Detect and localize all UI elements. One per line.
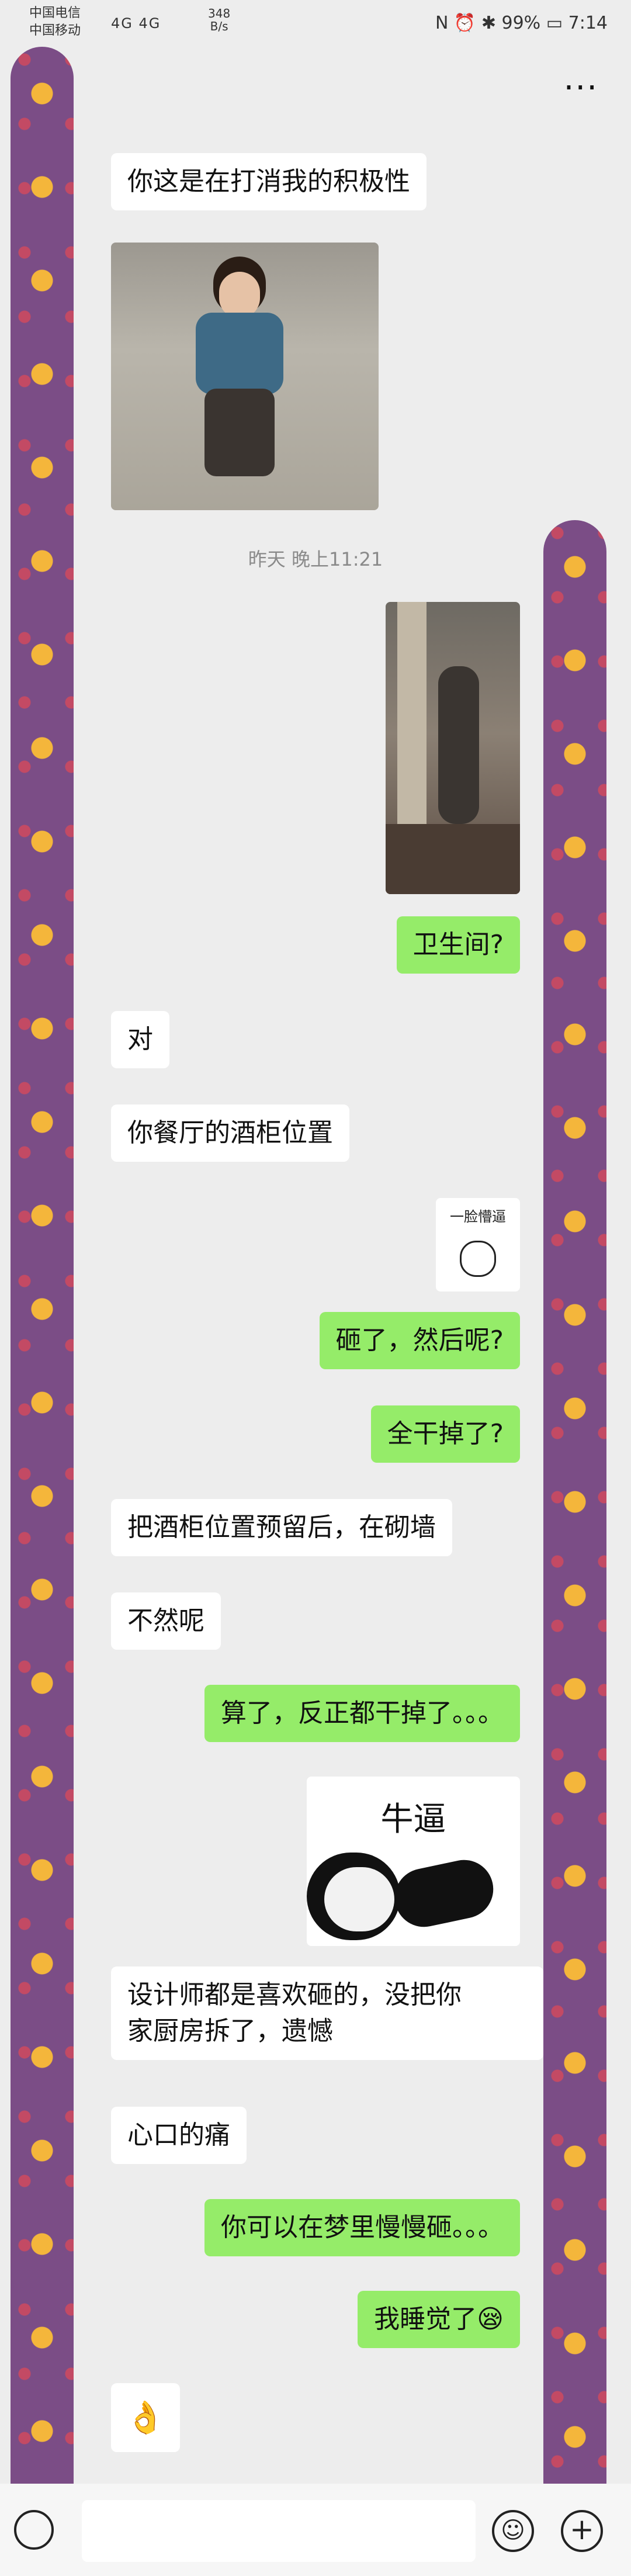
emoji-icon[interactable]: ☺: [492, 2510, 534, 2552]
message-incoming[interactable]: 把酒柜位置预留后，在砌墙: [111, 1499, 452, 1556]
photo-detail: [438, 666, 479, 824]
status-right: N ⏰ ✱ 99% ▭ 7:14: [435, 13, 608, 33]
status-bar: 中国电信 中国移动 4G 4G 348 B/s N ⏰ ✱ 99% ▭ 7:14: [0, 0, 631, 47]
photo-detail: [386, 824, 520, 894]
input-bar: ☺ +: [0, 2484, 631, 2576]
outgoing-avatar-strip: [543, 520, 606, 2525]
message-incoming[interactable]: 你这是在打消我的积极性: [111, 153, 427, 210]
clock-time: 7:14: [568, 13, 608, 33]
message-outgoing[interactable]: 全干掉了?: [370, 1405, 520, 1463]
carrier-2: 中国移动: [29, 23, 81, 38]
image-message-demolition[interactable]: [386, 602, 520, 894]
speed-value: 348: [208, 6, 231, 20]
voice-icon[interactable]: [14, 2510, 54, 2550]
panda-arm-icon: [389, 1854, 499, 1933]
photo-detail: [196, 313, 283, 394]
message-incoming-multiline[interactable]: 设计师都是喜欢砸的，没把你 家厨房拆了，遗憾: [111, 1966, 543, 2060]
image-message-child[interactable]: [111, 243, 379, 510]
nfc-alarm-bt-icons: N ⏰ ✱: [435, 13, 502, 33]
carrier-1: 中国电信: [29, 6, 81, 20]
message-outgoing[interactable]: 砸了，然后呢?: [319, 1312, 520, 1369]
chat-header: ‹ ···: [0, 58, 631, 117]
plus-icon[interactable]: +: [561, 2510, 603, 2552]
photo-detail: [219, 272, 260, 318]
message-outgoing[interactable]: 你可以在梦里慢慢砸。。。: [204, 2199, 520, 2256]
panda-face-icon: [324, 1867, 394, 1931]
sticker-panda[interactable]: 牛逼: [307, 1777, 520, 1946]
photo-detail: [204, 389, 275, 476]
speed-unit: B/s: [210, 19, 228, 33]
sticker-confused[interactable]: 一脸懵逼: [436, 1198, 520, 1292]
message-incoming[interactable]: 对: [111, 1011, 169, 1068]
message-outgoing[interactable]: 卫生间?: [396, 916, 520, 974]
incoming-avatar-strip: [11, 47, 74, 2560]
timestamp: 昨天 晚上11:21: [248, 548, 383, 570]
message-input[interactable]: [82, 2500, 476, 2562]
message-outgoing[interactable]: 我睡觉了😪: [358, 2291, 520, 2348]
message-incoming[interactable]: 不然呢: [111, 1592, 221, 1650]
sticker-caption: 牛逼: [380, 1801, 446, 1838]
more-dots-icon[interactable]: ···: [564, 69, 598, 107]
message-incoming[interactable]: 心口的痛: [111, 2107, 247, 2164]
sticker-caption: 一脸懵逼: [450, 1209, 506, 1225]
message-line: 设计师都是喜欢砸的，没把你: [127, 1980, 462, 2010]
signal-icon: 4G 4G: [111, 15, 161, 32]
message-line: 家厨房拆了，遗憾: [127, 2016, 333, 2046]
message-outgoing[interactable]: 算了，反正都干掉了。。。: [204, 1685, 520, 1742]
battery-icon: ▭: [546, 13, 568, 33]
message-incoming[interactable]: 你餐厅的酒柜位置: [111, 1105, 349, 1162]
ok-hand-emoji[interactable]: 👌: [111, 2383, 180, 2452]
face-icon: [460, 1241, 496, 1277]
carrier-info: 中国电信 中国移动: [29, 5, 81, 40]
battery-percent: 99%: [501, 13, 541, 33]
network-speed: 348 B/s: [208, 7, 230, 33]
